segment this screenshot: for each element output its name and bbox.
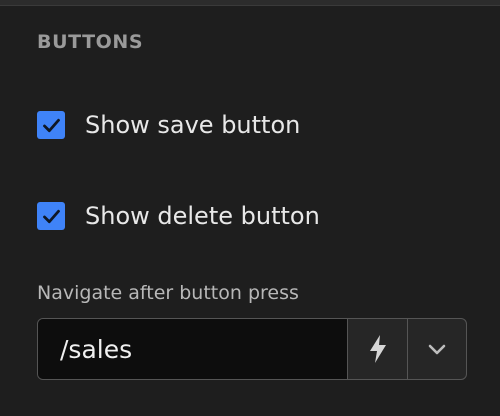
show-save-button-label: Show save button [85, 111, 301, 139]
dynamic-value-button[interactable] [348, 319, 407, 379]
show-delete-button-checkbox[interactable] [37, 202, 65, 230]
show-save-button-option[interactable]: Show save button [37, 110, 300, 140]
dropdown-button[interactable] [407, 319, 466, 379]
show-delete-button-label: Show delete button [85, 202, 320, 230]
section-title: BUTTONS [37, 31, 144, 53]
navigate-after-press-label: Navigate after button press [37, 282, 299, 304]
chevron-down-icon [428, 344, 446, 355]
show-save-button-checkbox[interactable] [37, 111, 65, 139]
navigate-path-input[interactable]: /sales [38, 319, 348, 379]
checkmark-icon [42, 209, 60, 223]
lightning-bolt-icon [369, 335, 386, 363]
navigate-after-press-field: /sales [37, 318, 467, 380]
show-delete-button-option[interactable]: Show delete button [37, 201, 320, 231]
checkmark-icon [42, 118, 60, 132]
panel-top-border [0, 0, 500, 6]
